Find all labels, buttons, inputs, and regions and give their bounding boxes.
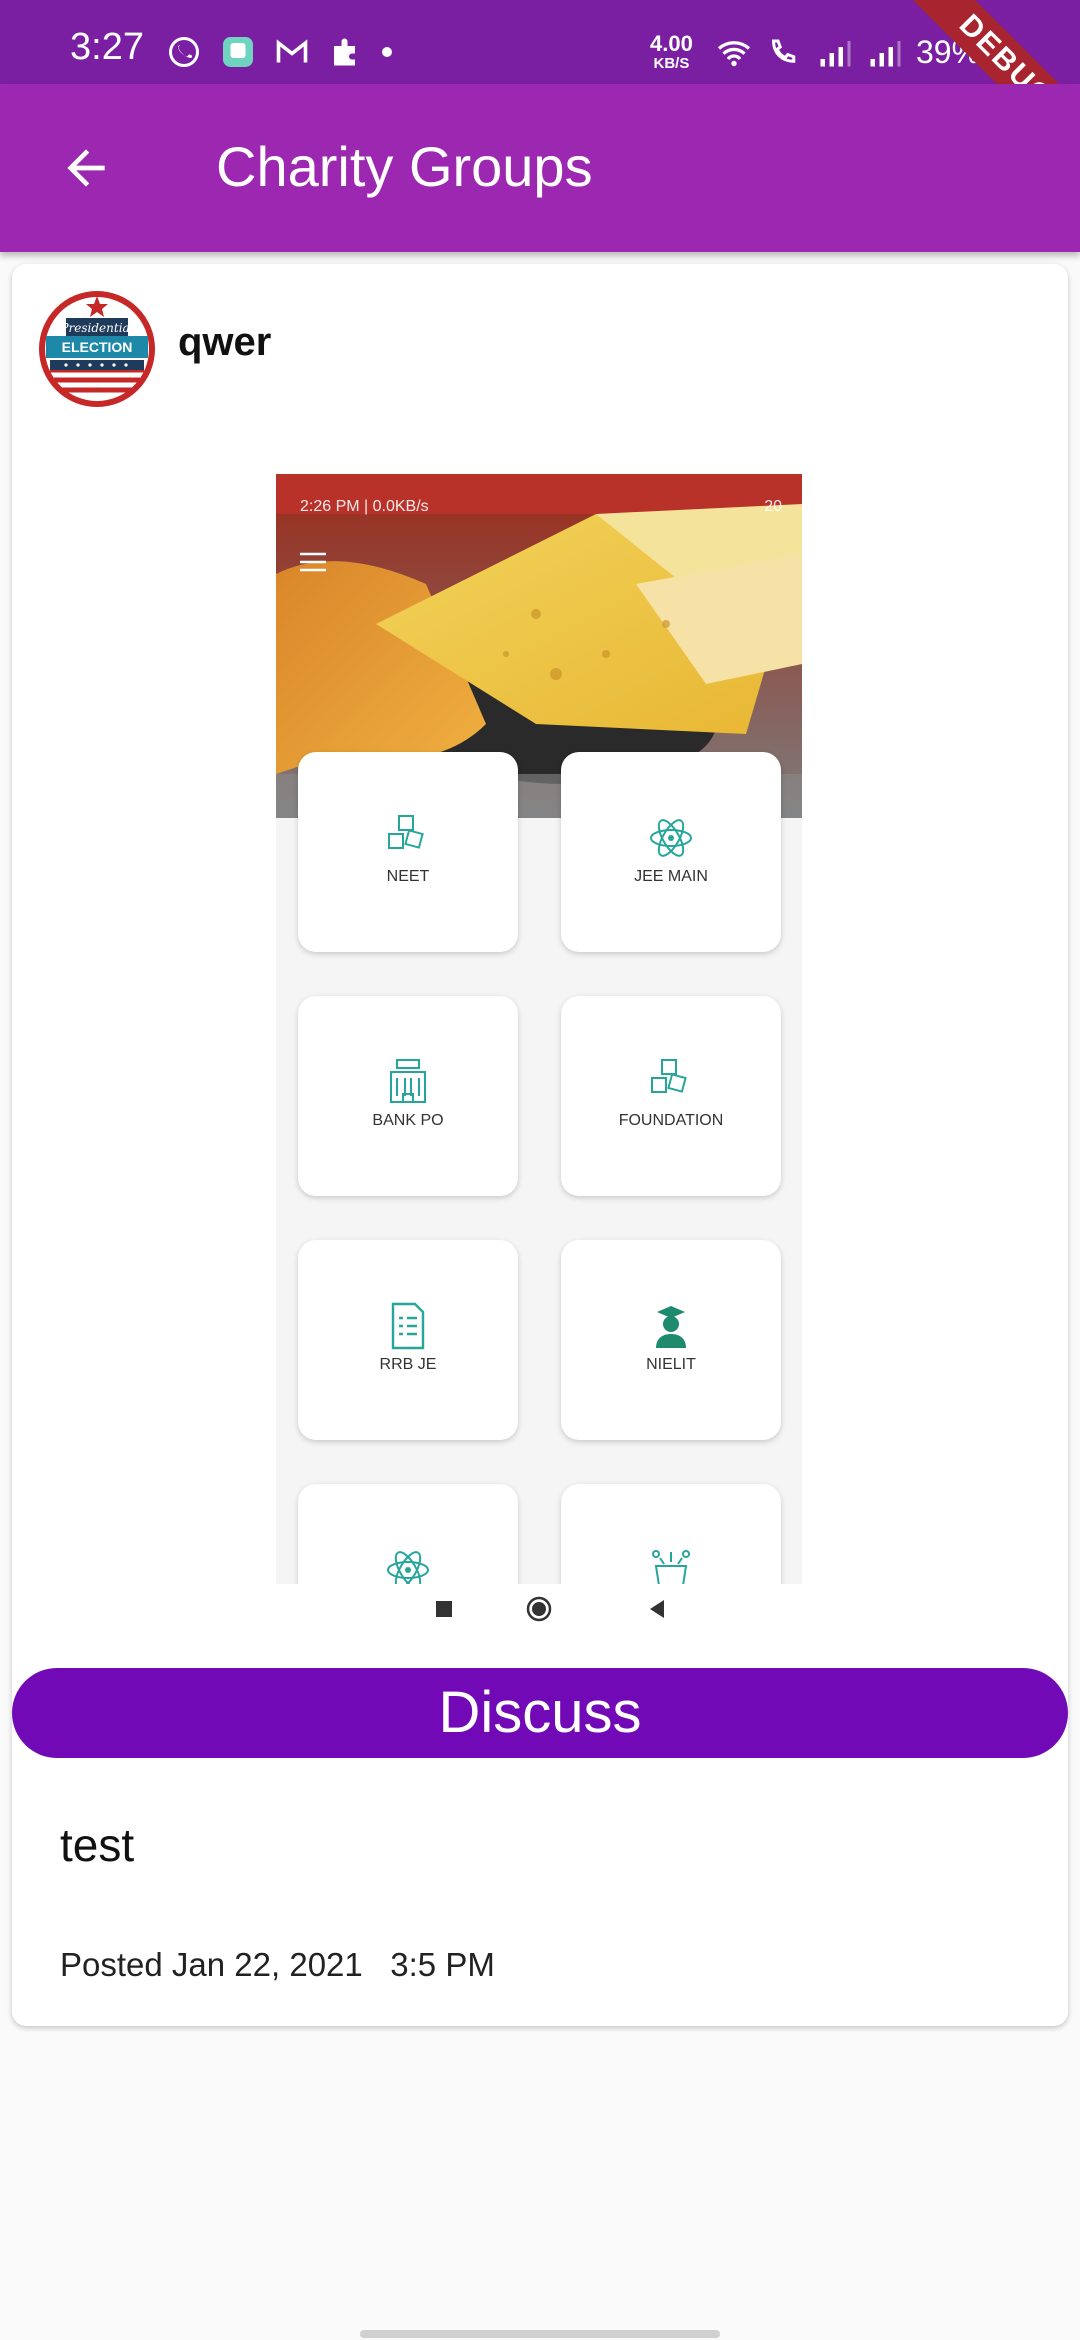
tile-celebration[interactable] [561,1484,781,1584]
system-icons: 39% [716,34,980,71]
election-logo-icon: Presidential ELECTION [36,288,158,410]
graduate-icon [656,1306,686,1348]
recents-icon [436,1601,452,1617]
user-name[interactable]: qwer [178,320,271,365]
posted-label: Posted [60,1946,163,1983]
post-image[interactable]: 2:26 PM | 0.0KB/s 20 NEET JEE MAIN BANK … [276,474,802,1584]
tile-label: RRB JE [379,1356,437,1373]
home-indicator[interactable] [360,2330,720,2338]
tile-neet[interactable]: NEET [298,752,518,952]
notification-icons [166,34,392,70]
tile-atom[interactable] [298,1484,518,1584]
network-speed-value: 4.00 [650,31,693,56]
status-bar: 3:27 4.00 KB/S 39% [0,0,1080,84]
network-speed-unit: KB/S [653,55,690,72]
document-icon [391,1302,425,1350]
status-time: 3:27 [70,26,144,68]
celebration-icon [652,1550,690,1584]
wifi-icon [717,40,751,66]
back-triangle-icon [650,1600,664,1618]
discuss-button[interactable]: Discuss [12,1668,1068,1758]
svg-text:Presidential: Presidential [59,321,133,335]
inner-battery: 20 [764,498,782,515]
avatar[interactable]: Presidential ELECTION [36,288,158,410]
abc-blocks-icon [651,1059,687,1093]
tile-nielit[interactable]: NIELIT [561,1240,781,1440]
tile-bank-po[interactable]: BANK PO [298,996,518,1196]
inner-status-time: 2:26 PM | 0.0KB/s [300,498,429,515]
tile-foundation[interactable]: FOUNDATION [561,996,781,1196]
page-title: Charity Groups [216,135,593,198]
post-text: test [60,1819,135,1871]
dot-icon [382,47,392,57]
app-icon [223,37,253,67]
puzzle-icon [334,38,355,66]
inner-nav-bar [436,1596,664,1622]
atom-icon [387,1551,429,1584]
signal-icon [870,40,901,66]
back-button[interactable] [50,132,122,204]
tile-label: NEET [386,868,430,885]
tile-rrb-je[interactable]: RRB JE [298,1240,518,1440]
network-speed: 4.00 KB/S [650,31,693,74]
tile-label: NIELIT [646,1356,696,1373]
menu-icon [300,552,326,572]
svg-text:ELECTION: ELECTION [62,339,133,355]
post-timestamp: Posted Jan 22, 2021 3:5 PM [60,1946,495,1984]
tile-label: JEE MAIN [634,868,708,885]
wifi-call-icon [771,39,796,63]
tile-label: BANK PO [372,1112,444,1129]
gmail-icon [276,39,308,63]
posted-date: Jan 22, 2021 [171,1946,363,1983]
atom-icon [650,819,692,857]
tile-label: FOUNDATION [618,1112,724,1129]
arrow-back-icon [67,149,105,187]
signal-icon [820,40,851,66]
whatsapp-icon [169,37,199,67]
bank-icon [390,1059,426,1103]
post-card[interactable]: Presidential ELECTION qwer 2:26 PM | 0.0… [12,264,1068,2026]
abc-blocks-icon [388,815,424,849]
tile-jee-main[interactable]: JEE MAIN [561,752,781,952]
app-bar: Charity Groups [0,84,1080,252]
posted-time: 3:5 PM [390,1946,495,1983]
